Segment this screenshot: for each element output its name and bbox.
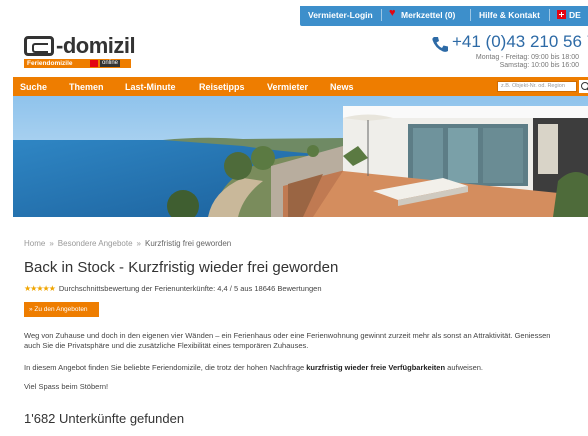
phone-number[interactable]: +41 (0)43 210 56 79	[452, 32, 588, 52]
hero-image	[13, 96, 588, 217]
language-selector[interactable]: DE	[557, 10, 581, 20]
merkzettel-label: Merkzettel (0)	[401, 10, 456, 20]
nav-item-news[interactable]: News	[330, 82, 354, 92]
hours-saturday: Samstag: 10:00 bis 16:00	[499, 62, 579, 69]
swiss-cross-icon	[90, 60, 98, 67]
logo-online: online	[100, 60, 121, 67]
breadcrumb-current: Kurzfristig frei geworden	[144, 239, 232, 248]
logo-mark-icon	[24, 36, 54, 56]
merkzettel-link[interactable]: Merkzettel (0)	[389, 7, 456, 20]
divider	[470, 9, 471, 21]
nav-item-suche[interactable]: Suche	[20, 82, 47, 92]
breadcrumb-home[interactable]: Home	[24, 239, 45, 248]
breadcrumb-besondere-angebote[interactable]: Besondere Angebote	[58, 239, 133, 248]
divider	[549, 9, 550, 21]
breadcrumb-separator: »	[49, 239, 54, 248]
offer-text-end: aufweisen.	[445, 363, 484, 372]
logo-tagline: Feriendomizile	[27, 60, 73, 67]
offer-paragraph: In diesem Angebot finden Sie beliebte Fe…	[24, 363, 564, 373]
swiss-flag-icon	[557, 10, 566, 19]
divider	[381, 9, 382, 21]
phone-icon	[432, 37, 448, 52]
breadcrumb-separator: »	[136, 239, 141, 248]
opening-hours: Montag - Freitag: 09:00 bis 18:00 Samsta…	[476, 54, 579, 70]
top-bar: Vermieter-Login Merkzettel (0) Hilfe & K…	[0, 0, 588, 26]
search-input[interactable]: z.B. Objekt-Nr. od. Region	[497, 81, 577, 92]
vermieter-login-link[interactable]: Vermieter-Login	[308, 10, 373, 20]
logo-tagline-bar: Feriendomizile online	[24, 59, 131, 68]
hilfe-kontakt-link[interactable]: Hilfe & Kontakt	[479, 10, 540, 20]
nav-item-reisetipps[interactable]: Reisetipps	[199, 82, 245, 92]
rating-stars: ★★★★★	[24, 284, 56, 293]
breadcrumb: Home» Besondere Angebote» Kurzfristig frei…	[24, 239, 231, 248]
nav-item-themen[interactable]: Themen	[69, 82, 104, 92]
page-title: Back in Stock - Kurzfristig wieder frei …	[24, 259, 339, 276]
main-nav: Suche Themen Last-Minute Reisetipps Verm…	[13, 77, 588, 96]
offer-text-bold: kurzfristig wieder freie Verfügbarkeiten	[306, 363, 446, 372]
offer-text-start: In diesem Angebot finden Sie beliebte Fe…	[24, 363, 307, 372]
language-label: DE	[569, 10, 581, 20]
site-logo[interactable]: -domizil Feriendomizile online	[24, 33, 139, 68]
results-count: 1'682 Unterkünfte gefunden	[24, 411, 185, 426]
rating-summary: ★★★★★ Durchschnittsbewertung der Ferienun…	[24, 284, 322, 293]
offers-button[interactable]: » Zu den Angeboten	[24, 302, 99, 317]
nav-item-vermieter[interactable]: Vermieter	[267, 82, 308, 92]
hours-weekdays: Montag - Freitag: 09:00 bis 18:00	[475, 54, 579, 61]
search-icon[interactable]	[579, 80, 588, 93]
nav-item-last-minute[interactable]: Last-Minute	[125, 82, 176, 92]
rating-text: Durchschnittsbewertung der Ferienunterkü…	[58, 284, 322, 293]
closing-paragraph: Viel Spass beim Stöbern!	[24, 382, 109, 391]
heart-icon	[389, 7, 399, 19]
logo-text: -domizil	[56, 33, 136, 58]
intro-paragraph: Weg von Zuhause und doch in den eigenen …	[24, 331, 551, 350]
